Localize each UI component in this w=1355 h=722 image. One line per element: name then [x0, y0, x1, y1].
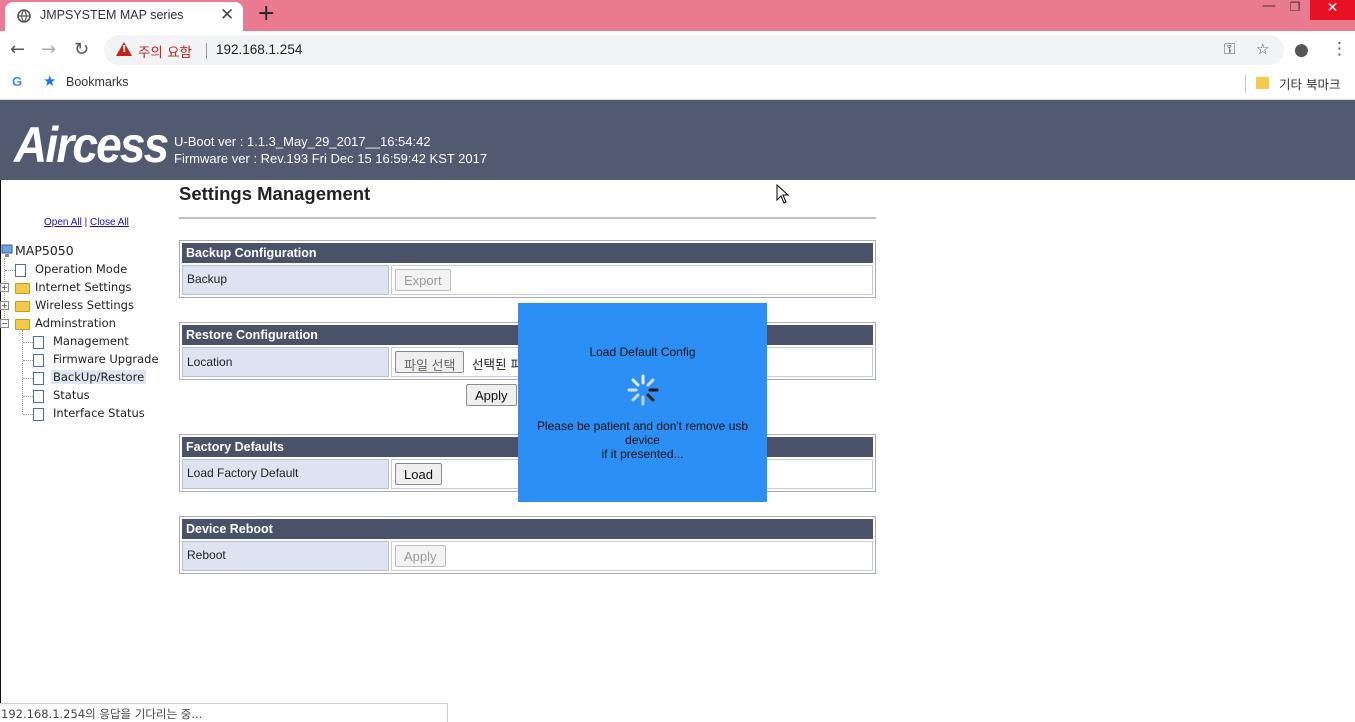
row-label: Backup [182, 265, 389, 295]
row-value: Apply [391, 541, 873, 571]
folder-icon [15, 301, 30, 312]
firmware-version: Firmware ver : Rev.193 Fri Dec 15 16:59:… [174, 151, 488, 166]
bookmarks-divider [1245, 75, 1246, 93]
security-warning[interactable]: 주의 요함 [138, 41, 192, 61]
tree-item-label[interactable]: Adminstration [35, 316, 116, 330]
menu-dots-icon[interactable]: ⋮ [1331, 39, 1348, 59]
document-icon [33, 354, 44, 367]
browser-tab[interactable]: JMPSYSTEM MAP series ✕ [5, 2, 243, 31]
restore-apply-button[interactable]: Apply [466, 384, 517, 406]
load-button[interactable]: Load [395, 463, 442, 485]
minimize-button[interactable]: — [1258, 0, 1280, 16]
open-folder-icon [15, 319, 30, 330]
file-status-text: 선택된 파 [472, 357, 522, 372]
tree-item-label[interactable]: Operation Mode [35, 262, 127, 276]
reboot-row: Reboot Apply [182, 541, 873, 571]
aircess-logo: Aircess [14, 117, 169, 173]
export-button[interactable]: Export [395, 269, 451, 291]
reboot-apply-button[interactable]: Apply [395, 545, 446, 567]
tree-controls: Open All | Close All [44, 217, 129, 228]
loading-modal: Load Default Config Please be patient an… [518, 303, 767, 502]
forward-arrow-icon[interactable]: → [41, 39, 56, 60]
title-divider [179, 217, 876, 219]
bookmarks-link[interactable]: Bookmarks [66, 75, 129, 89]
reload-icon[interactable]: ↻ [74, 39, 89, 60]
document-icon [15, 264, 26, 277]
tree-connector [23, 396, 33, 397]
star-icon[interactable]: ☆ [1256, 40, 1269, 58]
tab-close-icon[interactable]: ✕ [220, 5, 234, 25]
tree-connector [23, 414, 33, 415]
page-left-border [0, 180, 1, 722]
tree-item-label[interactable]: Wireless Settings [35, 298, 134, 312]
row-label: Reboot [182, 541, 389, 571]
document-icon [33, 408, 44, 421]
document-icon [33, 336, 44, 349]
tree-connector [5, 270, 15, 271]
url-text[interactable]: 192.168.1.254 [216, 42, 302, 57]
new-tab-button[interactable]: + [257, 1, 275, 26]
folder-icon[interactable] [1256, 77, 1269, 89]
device-reboot-section: Device Reboot Reboot Apply [179, 516, 876, 574]
row-label: Load Factory Default [182, 459, 389, 489]
other-bookmarks[interactable]: 기타 북마크 [1279, 74, 1340, 93]
backup-row: Backup Export [182, 265, 873, 295]
tree-item-label[interactable]: Firmware Upgrade [53, 352, 159, 366]
address-toolbar: ← → ↻ 주의 요함 192.168.1.254 ⚿ ☆ ● ⋮ [0, 31, 1355, 69]
omnibox-divider [206, 43, 207, 59]
document-icon [33, 390, 44, 403]
tree-controls-separator: | [84, 217, 88, 228]
page-title: Settings Management [179, 183, 371, 204]
modal-message-line1: Please be patient and don't remove usb d… [536, 419, 749, 447]
back-arrow-icon[interactable]: ← [10, 39, 25, 60]
tree-root-label[interactable]: MAP5050 [15, 243, 74, 258]
browser-tab-strip: JMPSYSTEM MAP series ✕ + — ❐ ✕ [0, 0, 1355, 31]
tree-item-label[interactable]: Interface Status [53, 406, 145, 420]
backup-section: Backup Configuration Backup Export [179, 240, 876, 298]
maximize-button[interactable]: ❐ [1284, 0, 1306, 18]
modal-message: Please be patient and don't remove usb d… [518, 419, 767, 461]
collapse-icon[interactable]: − [0, 319, 9, 328]
uboot-version: U-Boot ver : 1.1.3_May_29_2017__16:54:42 [174, 134, 431, 149]
close-all-link[interactable]: Close All [90, 217, 129, 228]
google-icon[interactable]: G [12, 74, 22, 89]
folder-icon [15, 283, 30, 294]
profile-icon[interactable]: ● [1294, 40, 1309, 60]
bookmarks-bar: G ★ Bookmarks 기타 북마크 [0, 69, 1355, 100]
loading-spinner-icon [627, 374, 659, 406]
bookmark-star-icon[interactable]: ★ [43, 72, 56, 90]
tab-title: JMPSYSTEM MAP series [40, 8, 184, 22]
document-icon [33, 372, 44, 385]
mouse-cursor-icon [776, 184, 790, 204]
tree-item-label[interactable]: Status [53, 388, 90, 402]
tree-connector [23, 378, 33, 379]
omnibox[interactable]: 주의 요함 192.168.1.254 ⚿ ☆ [104, 35, 1284, 65]
section-header: Device Reboot [182, 519, 873, 539]
close-window-button[interactable]: ✕ [1310, 0, 1355, 20]
file-select-button[interactable]: 파일 선택 [395, 351, 465, 373]
computer-icon [1, 244, 13, 257]
modal-message-line2: if it presented... [601, 447, 684, 461]
tree-connector [23, 342, 33, 343]
section-header: Backup Configuration [182, 243, 873, 263]
row-value: Export [391, 265, 873, 295]
expand-icon[interactable]: + [0, 301, 9, 310]
open-all-link[interactable]: Open All [44, 217, 82, 228]
modal-title: Load Default Config [589, 345, 696, 359]
tree-item-label[interactable]: Management [53, 334, 129, 348]
page-header: Aircess U-Boot ver : 1.1.3_May_29_2017__… [0, 100, 1355, 180]
row-label: Location [182, 347, 389, 377]
browser-status-bar: 192.168.1.254의 응답을 기다리는 중... [0, 703, 448, 722]
tree-connector [23, 360, 33, 361]
tree-item-label[interactable]: Internet Settings [35, 280, 132, 294]
globe-icon [17, 9, 31, 23]
tree-item-label-selected[interactable]: BackUp/Restore [51, 370, 147, 384]
warning-icon[interactable] [116, 42, 132, 56]
key-icon[interactable]: ⚿ [1224, 40, 1235, 58]
expand-icon[interactable]: + [0, 283, 9, 292]
